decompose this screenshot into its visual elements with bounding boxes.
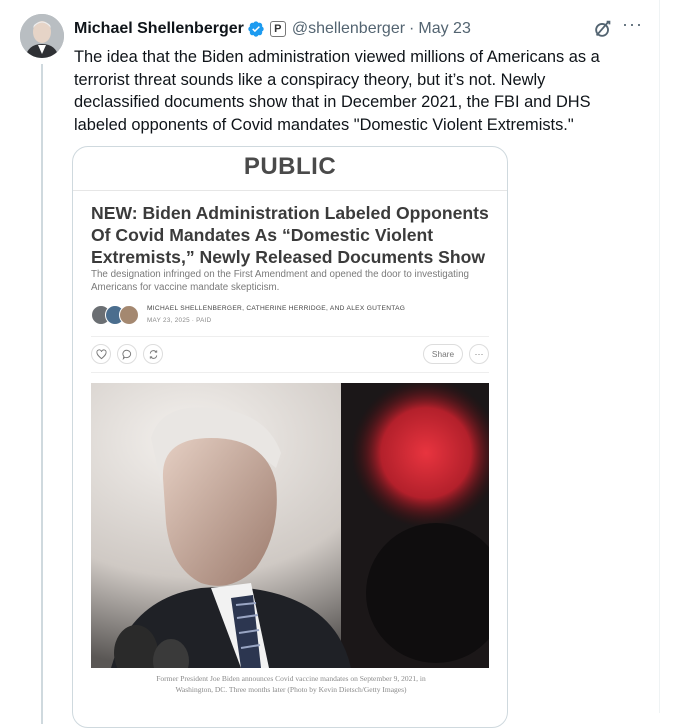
share-button: Share: [423, 344, 463, 364]
article-headline: NEW: Biden Administration Labeled Oppone…: [91, 203, 489, 267]
article-subtitle: The designation infringed on the First A…: [91, 269, 469, 293]
column-border: [659, 0, 660, 713]
affiliate-badge[interactable]: P: [269, 21, 286, 37]
thread-line: [41, 64, 43, 724]
separator-dot: ·: [409, 20, 415, 37]
tweet-header: Michael Shellenberger P @shellenberger ·…: [74, 18, 471, 40]
heart-icon: [95, 348, 107, 359]
restack-icon: [149, 349, 157, 359]
avatar[interactable]: [20, 14, 64, 58]
author-avatar: [119, 305, 139, 325]
grok-icon[interactable]: [592, 18, 614, 40]
comment-button: [117, 344, 137, 364]
comment-icon: [122, 349, 131, 360]
article-photo: [91, 383, 489, 668]
card-divider: [73, 190, 507, 191]
article-authors: MICHAEL SHELLENBERGER, CATHERINE HERRIDG…: [147, 305, 406, 312]
action-divider: [91, 336, 489, 337]
author-name[interactable]: Michael Shellenberger: [74, 20, 244, 38]
restack-button: [143, 344, 163, 364]
like-button: [91, 344, 111, 364]
author-avatars: [91, 305, 141, 325]
card-more-button: ···: [469, 344, 489, 364]
article-card[interactable]: PUBLIC NEW: Biden Administration Labeled…: [72, 146, 508, 728]
action-divider: [91, 372, 489, 373]
author-handle[interactable]: @shellenberger: [292, 20, 405, 38]
tweet-date[interactable]: May 23: [418, 20, 470, 38]
verified-badge-icon: [248, 21, 264, 37]
photo-caption: Former President Joe Biden announces Cov…: [156, 674, 426, 694]
more-options-button[interactable]: ···: [622, 14, 643, 35]
publication-logo: PUBLIC: [243, 153, 337, 180]
tweet-text: The idea that the Biden administration v…: [74, 48, 600, 134]
article-date: MAY 23, 2025 ∙ PAID: [147, 317, 212, 324]
